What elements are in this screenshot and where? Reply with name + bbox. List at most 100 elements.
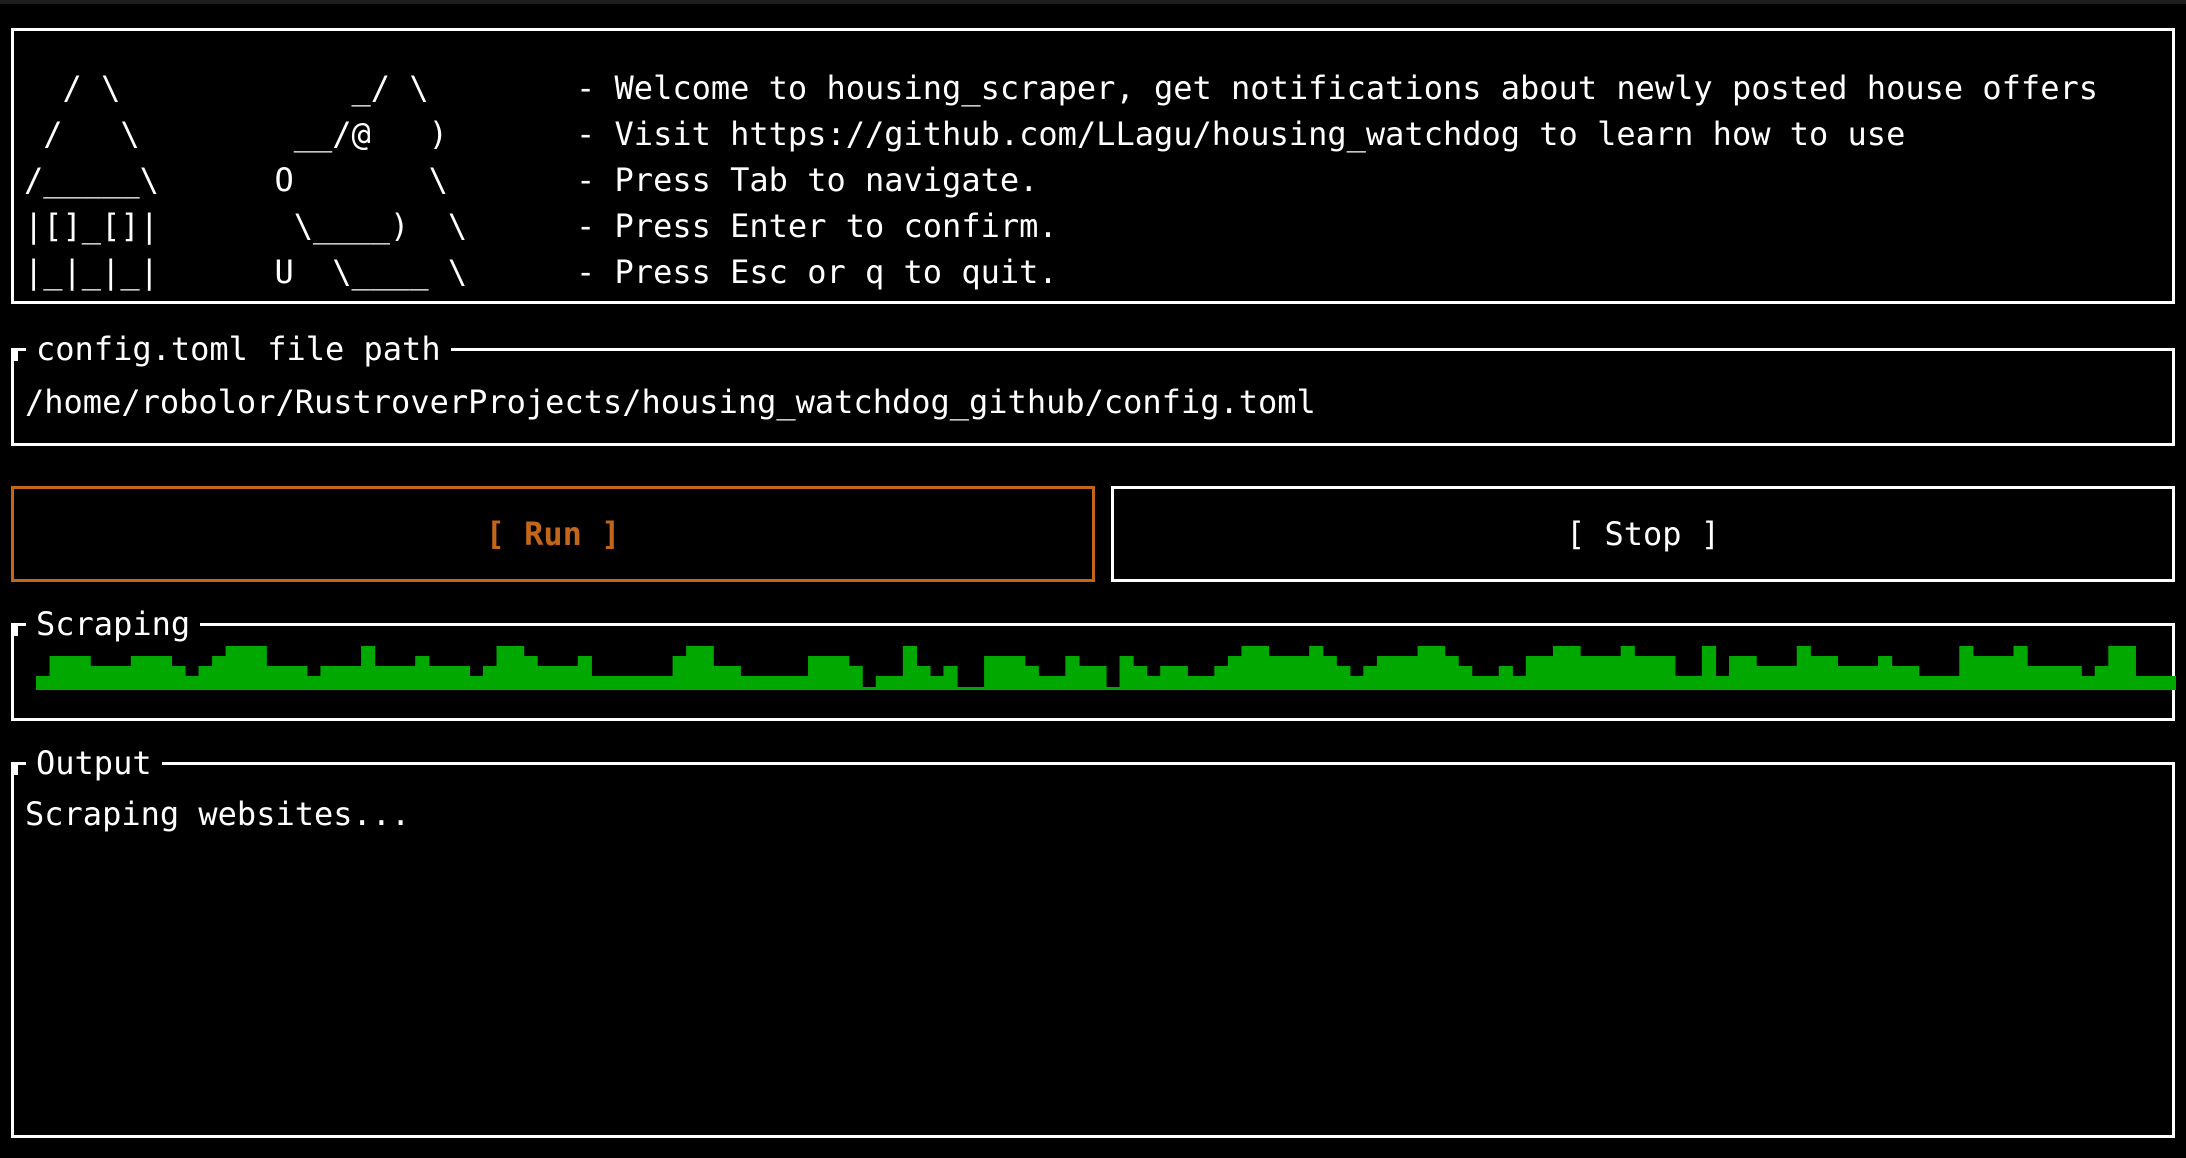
sparkline-bar <box>740 676 755 690</box>
sparkline-bar <box>713 666 728 690</box>
sparkline-bar <box>2013 646 2028 690</box>
sparkline-bar <box>171 666 186 690</box>
sparkline-bar <box>1119 656 1134 690</box>
sparkline-bar <box>117 666 132 690</box>
sparkline-bar <box>293 666 308 690</box>
sparkline-bar <box>1661 656 1676 690</box>
sparkline-bar <box>997 656 1012 690</box>
sparkline-bar <box>1295 656 1310 690</box>
sparkline-bar <box>686 646 701 690</box>
sparkline-bar <box>157 656 173 690</box>
sparkline-bar <box>1363 666 1378 690</box>
sparkline-bar <box>1688 676 1703 690</box>
sparkline-bar <box>401 666 416 690</box>
sparkline-bar <box>1850 666 1866 690</box>
sparkline-bar <box>1525 656 1541 690</box>
sparkline-bar <box>455 666 471 690</box>
sparkline-bar <box>1593 656 1608 690</box>
sparkline-bar <box>76 656 91 690</box>
sparkline-bar <box>1878 656 1893 690</box>
sparkline-bar <box>1309 646 1324 690</box>
sparkline-bar <box>1485 676 1500 690</box>
sparkline-bar <box>198 666 213 690</box>
sparkline-bar <box>428 666 443 690</box>
sparkline-bar <box>1417 646 1432 690</box>
sparkline-bar <box>482 666 498 690</box>
sparkline-bar <box>1620 646 1635 690</box>
config-path-input[interactable]: /home/robolor/RustroverProjects/housing_… <box>25 379 1316 425</box>
sparkline-bar <box>1133 666 1148 690</box>
stop-button[interactable]: [ Stop ] <box>1111 486 2175 582</box>
sparkline-bar <box>916 666 931 690</box>
sparkline-bar <box>2135 676 2150 690</box>
enter-hint-line: - Press Enter to confirm. <box>576 207 1058 245</box>
scraping-activity-sparkline <box>36 646 2176 690</box>
sparkline-bar <box>537 666 552 690</box>
sparkline-bar <box>2148 676 2164 690</box>
sparkline-bar <box>1783 666 1798 690</box>
sparkline-bar <box>1674 676 1689 690</box>
sparkline-bar <box>2121 646 2136 690</box>
sparkline-bar <box>2067 666 2082 690</box>
sparkline-bar <box>1999 656 2015 690</box>
sparkline-bar <box>523 656 538 690</box>
config-path-panel: config.toml file path /home/robolor/Rust… <box>11 332 2175 446</box>
sparkline-bar <box>1065 656 1080 690</box>
sparkline-bar <box>1701 646 1717 690</box>
sparkline-bar <box>1241 646 1256 690</box>
sparkline-bar <box>36 676 51 690</box>
sparkline-bar <box>1268 656 1283 690</box>
sparkline-bar <box>1336 666 1351 690</box>
sparkline-bar <box>1187 676 1202 690</box>
sparkline-bar <box>1810 656 1825 690</box>
output-line: Scraping websites... <box>25 795 411 833</box>
sparkline-bar <box>442 666 457 690</box>
sparkline-bar <box>591 676 606 690</box>
tab-hint-line: - Press Tab to navigate. <box>576 161 1039 199</box>
sparkline-bar <box>2094 666 2109 690</box>
sparkline-bar <box>2081 676 2096 690</box>
sparkline-bar <box>659 676 674 690</box>
sparkline-bar <box>63 656 78 690</box>
sparkline-bar <box>835 656 850 690</box>
sparkline-bar <box>225 646 240 690</box>
sparkline-bar <box>1823 656 1838 690</box>
welcome-panel: / \ _/ \ / \ __/@ ) /_____\ O \ |[]_[]| … <box>11 28 2175 304</box>
sparkline-bar <box>1431 646 1446 690</box>
sparkline-bar <box>1282 656 1297 690</box>
sparkline-bar <box>1011 656 1026 690</box>
sparkline-bar <box>618 676 633 690</box>
sparkline-bar <box>604 676 619 690</box>
sparkline-bar <box>1837 666 1852 690</box>
sparkline-bar <box>1214 666 1229 690</box>
sparkline-bar <box>1200 676 1215 690</box>
sparkline-bar <box>347 666 362 690</box>
sparkline-bar <box>726 666 741 690</box>
sparkline-bar <box>699 646 714 690</box>
sparkline-bar <box>984 656 999 690</box>
welcome-line: - Welcome to housing_scraper, get notifi… <box>576 69 2098 107</box>
sparkline-bar <box>821 656 836 690</box>
visit-url-line: - Visit https://github.com/LLagu/housing… <box>576 115 1906 153</box>
sparkline-bar <box>1905 666 1920 690</box>
sparkline-bar <box>1254 646 1270 690</box>
sparkline-bar <box>794 676 809 690</box>
sparkline-bar <box>577 656 592 690</box>
run-button[interactable]: [ Run ] <box>11 486 1095 582</box>
sparkline-bar <box>889 676 904 690</box>
sparkline-bar <box>875 676 890 690</box>
sparkline-bar <box>1376 656 1392 690</box>
sparkline-bar <box>1092 666 1107 690</box>
sparkline-bar <box>1932 676 1947 690</box>
sparkline-bar <box>1986 656 2001 690</box>
sparkline-bar <box>2054 666 2069 690</box>
sparkline-bar <box>1647 656 1662 690</box>
sparkline-bar <box>848 666 863 690</box>
sparkline-bar <box>2027 666 2042 690</box>
sparkline-bar <box>1552 646 1568 690</box>
sparkline-bar <box>1512 676 1527 690</box>
sparkline-bar <box>212 656 227 690</box>
sparkline-bar <box>1742 656 1757 690</box>
sparkline-bar <box>672 656 687 690</box>
sparkline-bar <box>144 656 159 690</box>
